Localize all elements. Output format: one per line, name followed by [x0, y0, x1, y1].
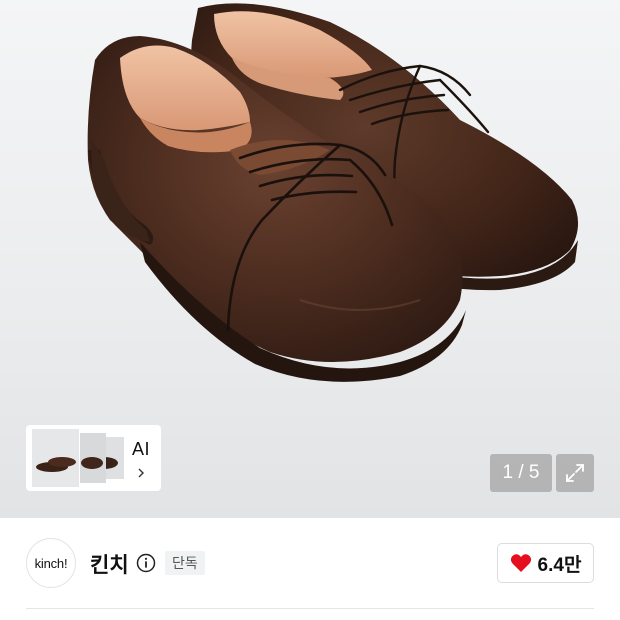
brand-name[interactable]: 킨치 — [90, 549, 129, 579]
ai-similar-items-card[interactable]: AI — [26, 425, 161, 491]
like-count: 6.4만 — [537, 554, 582, 576]
thumbnail-image — [32, 429, 80, 487]
chevron-right-icon — [138, 468, 144, 477]
expand-icon — [566, 464, 584, 482]
brand-logo[interactable]: kinch! — [26, 538, 76, 588]
ai-label: AI — [132, 438, 151, 459]
expand-button[interactable] — [556, 454, 594, 492]
product-image-gallery[interactable]: AI 1 / 5 — [0, 0, 620, 518]
heart-icon — [510, 554, 531, 572]
info-icon[interactable] — [136, 553, 156, 573]
like-button[interactable]: 6.4만 — [497, 543, 594, 583]
image-counter: 1 / 5 — [490, 454, 552, 492]
thumbnail-strip — [30, 429, 126, 487]
exclusive-badge: 단독 — [165, 551, 205, 575]
divider — [26, 608, 594, 609]
brand-row: kinch! 킨치 단독 6.4만 — [0, 518, 620, 620]
thumbnail-image — [76, 433, 106, 483]
